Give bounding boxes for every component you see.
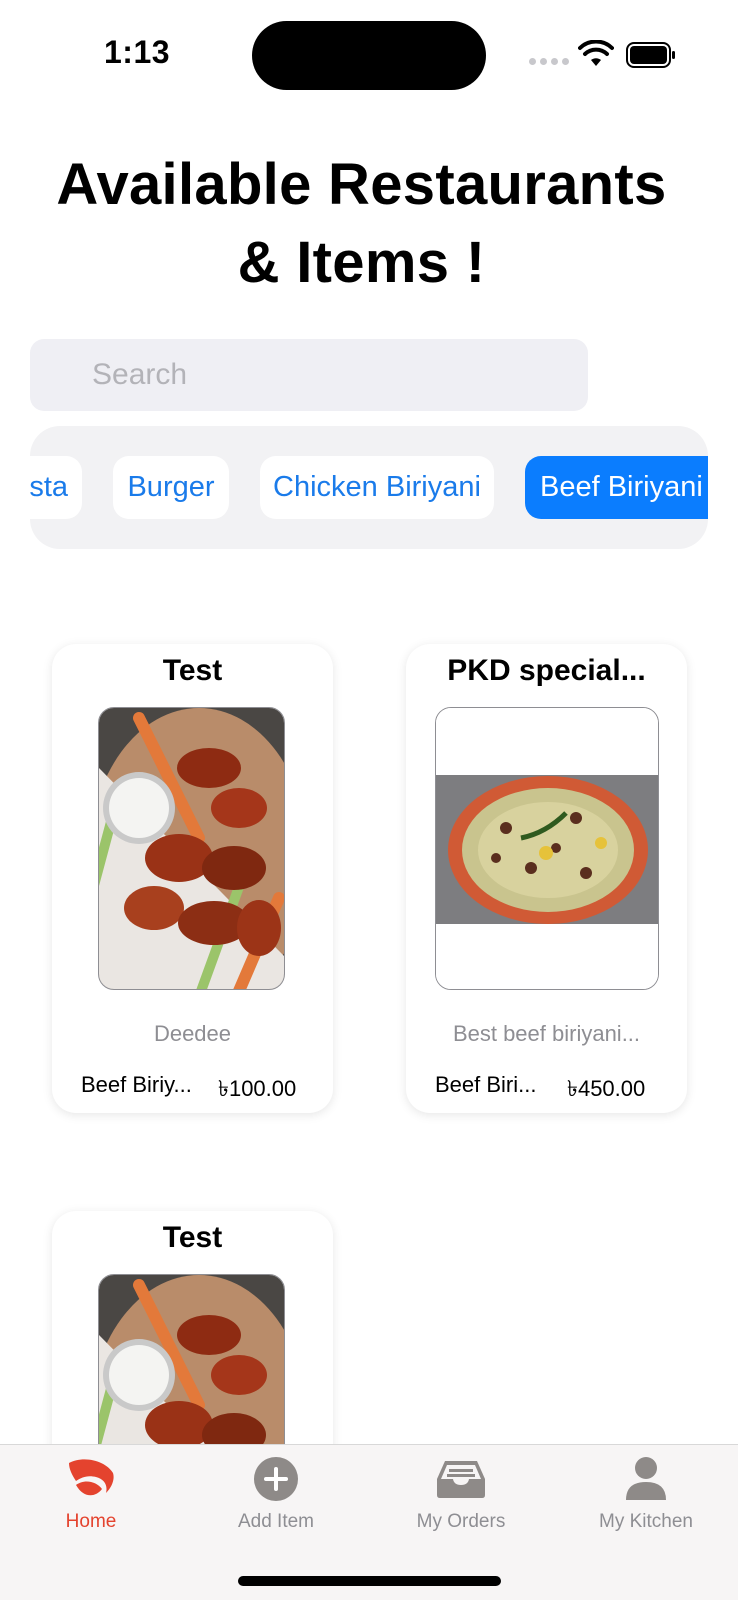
item-image [435, 707, 659, 990]
beef-biriyani-photo [436, 708, 658, 989]
tab-label: Home [65, 1511, 117, 1532]
battery-icon [626, 42, 675, 68]
home-leaf-icon [64, 1453, 118, 1505]
tab-my-kitchen[interactable]: My Kitchen [561, 1453, 731, 1543]
item-price: ৳100.00 [218, 1076, 297, 1101]
person-icon [619, 1453, 673, 1505]
category-chip-pasta[interactable]: sta [30, 456, 82, 519]
category-chip-label: Chicken Biriyani [273, 471, 481, 503]
tab-my-orders[interactable]: My Orders [376, 1453, 546, 1543]
category-chip-beef-biriyani[interactable]: Beef Biriyani [525, 456, 708, 519]
item-title: PKD special... [447, 654, 646, 687]
item-card[interactable]: Test Deedee Beef Biriy... ৳100.00 [52, 644, 333, 1113]
item-category: Beef Biriy... [81, 1072, 192, 1097]
item-price: ৳450.00 [567, 1076, 646, 1101]
plus-circle-icon [249, 1453, 303, 1505]
chicken-wings-photo [99, 708, 284, 989]
wifi-icon [578, 40, 614, 66]
page-title-line-2: & Items ! [237, 230, 486, 295]
home-indicator [238, 1576, 501, 1586]
item-category: Beef Biri... [435, 1072, 537, 1097]
cellular-signal-icon [529, 58, 569, 65]
category-chip-chicken-biriyani[interactable]: Chicken Biriyani [260, 456, 494, 519]
search-input[interactable] [92, 339, 572, 411]
category-chip-label: Beef Biriyani [540, 471, 703, 503]
page-title-line-1: Available Restaurants [56, 152, 667, 217]
page-title: Available Restaurants & Items ! [0, 146, 723, 302]
category-scroller[interactable]: sta Burger Chicken Biriyani Beef Biriyan… [30, 426, 708, 549]
item-title: Test [162, 1221, 223, 1254]
tab-home[interactable]: Home [6, 1453, 176, 1543]
status-time: 1:13 [104, 34, 171, 70]
search-bar[interactable] [30, 339, 588, 411]
category-chip-label: Burger [127, 471, 215, 503]
tab-label: Add Item [237, 1511, 315, 1532]
tab-label: My Kitchen [599, 1511, 693, 1532]
item-image [98, 707, 285, 990]
category-chip-burger[interactable]: Burger [113, 456, 229, 519]
item-description: Best beef biriyani... [452, 1021, 641, 1046]
tray-icon [434, 1453, 488, 1505]
dynamic-island [252, 21, 486, 90]
category-chip-label: sta [30, 471, 68, 503]
tab-add-item[interactable]: Add Item [191, 1453, 361, 1543]
item-title: Test [162, 654, 223, 687]
tab-label: My Orders [416, 1511, 506, 1532]
item-description: Deedee [153, 1021, 232, 1046]
item-card[interactable]: PKD special... Best beef biriyani... Bee… [406, 644, 687, 1113]
